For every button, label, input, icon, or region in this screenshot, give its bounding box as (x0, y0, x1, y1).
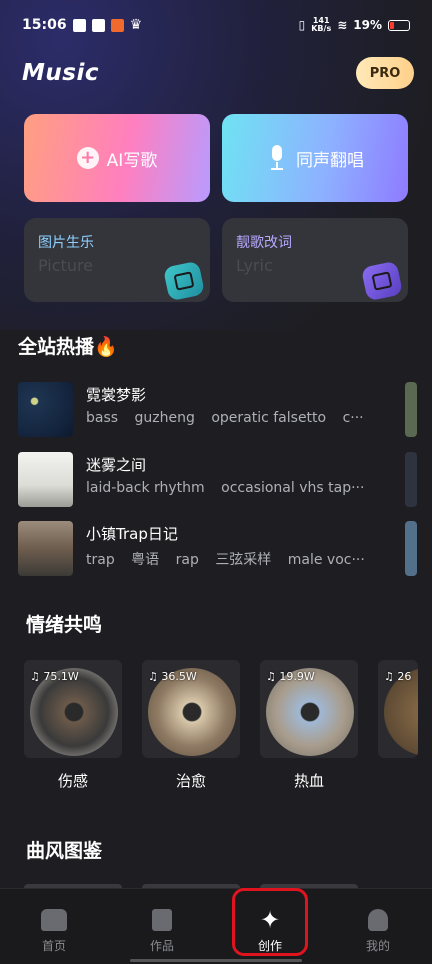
tab-works[interactable]: 作品 (108, 889, 216, 964)
app-header: Music PRO (22, 56, 414, 90)
song-tags: laid-back rhythm occasional vhs tap··· (86, 480, 365, 496)
works-icon (152, 909, 172, 931)
mood-card-passion[interactable]: ♫ 19.9W (260, 660, 358, 758)
mail-icon (91, 18, 105, 32)
picture-to-music-card[interactable]: 图片生乐 Picture (24, 218, 210, 302)
status-time: 15:06 (22, 17, 67, 33)
play-count: ♫ 19.9W (266, 670, 315, 683)
bottom-tab-bar: 首页 作品 ✦ 创作 我的 (0, 888, 432, 964)
tab-mine-label: 我的 (365, 939, 390, 953)
mood-label: 热血 (293, 772, 324, 790)
cover-sing-label: 同声翻唱 (296, 150, 364, 171)
user-icon (368, 909, 388, 931)
tab-works-label: 作品 (149, 939, 174, 953)
plus-icon: + (76, 147, 99, 169)
song-name: 小镇Trap日记 (86, 525, 178, 543)
ai-write-song-button[interactable]: + AI写歌 (24, 114, 210, 202)
image-icon (162, 260, 206, 302)
song-row[interactable]: 小镇Trap日记 trap 粤语 rap 三弦采样 male voc··· (18, 521, 398, 577)
next-column-cover[interactable] (405, 382, 417, 437)
mood-label: 治愈 (175, 772, 206, 790)
mood-card-next[interactable]: ♫ 26 (378, 660, 418, 758)
wifi-icon: ≋ (337, 18, 348, 32)
mood-section-title: 情绪共鸣 (26, 614, 103, 636)
cover-sing-button[interactable]: 同声翻唱 (222, 114, 408, 202)
picture-card-title: 图片生乐 (38, 235, 94, 251)
style-section-title: 曲风图鉴 (26, 840, 103, 862)
play-count: ♫ 26 (384, 670, 412, 683)
home-icon (41, 909, 67, 931)
tab-mine[interactable]: 我的 (324, 889, 432, 964)
tab-home-label: 首页 (41, 939, 66, 953)
crown-icon: ♛ (129, 17, 143, 33)
song-cover (18, 382, 73, 437)
song-tags: trap 粤语 rap 三弦采样 male voc··· (86, 552, 365, 568)
microphone-icon (266, 145, 288, 171)
song-name: 迷雾之间 (86, 456, 147, 474)
battery-icon (388, 19, 410, 31)
home-indicator (130, 959, 302, 962)
app-badge-icon (110, 18, 124, 32)
song-row[interactable]: 迷雾之间 laid-back rhythm occasional vhs tap… (18, 452, 398, 508)
next-column-cover[interactable] (405, 521, 417, 576)
battery-percent: 19% (353, 18, 382, 32)
mood-card-sad[interactable]: ♫ 75.1W (24, 660, 122, 758)
play-count: ♫ 36.5W (148, 670, 197, 683)
lyric-rewrite-card[interactable]: 靓歌改词 Lyric (222, 218, 408, 302)
song-name: 霓裳梦影 (86, 386, 147, 404)
pro-button[interactable]: PRO (356, 57, 414, 89)
tab-home[interactable]: 首页 (0, 889, 108, 964)
mood-card-healing[interactable]: ♫ 36.5W (142, 660, 240, 758)
song-cover (18, 521, 73, 576)
lyric-card-title: 靓歌改词 (236, 235, 292, 251)
song-tags: bass guzheng operatic falsetto c··· (86, 410, 364, 426)
music-doc-icon (360, 260, 404, 302)
hot-section-title: 全站热播🔥 (18, 336, 118, 358)
app-notification-icon (72, 18, 86, 32)
vibrate-icon: ▯ (298, 18, 306, 32)
mood-label: 伤感 (57, 772, 88, 790)
play-count: ♫ 75.1W (30, 670, 79, 683)
song-row[interactable]: 霓裳梦影 bass guzheng operatic falsetto c··· (18, 382, 398, 438)
highlight-ring (232, 888, 308, 956)
song-cover (18, 452, 73, 507)
ai-write-label: AI写歌 (106, 150, 158, 171)
app-title: Music (22, 60, 99, 86)
status-bar: 15:06 ♛ ▯ 141 KB/s ≋ 19% (0, 0, 432, 50)
next-column-cover[interactable] (405, 452, 417, 507)
net-speed: 141 KB/s (311, 16, 332, 33)
